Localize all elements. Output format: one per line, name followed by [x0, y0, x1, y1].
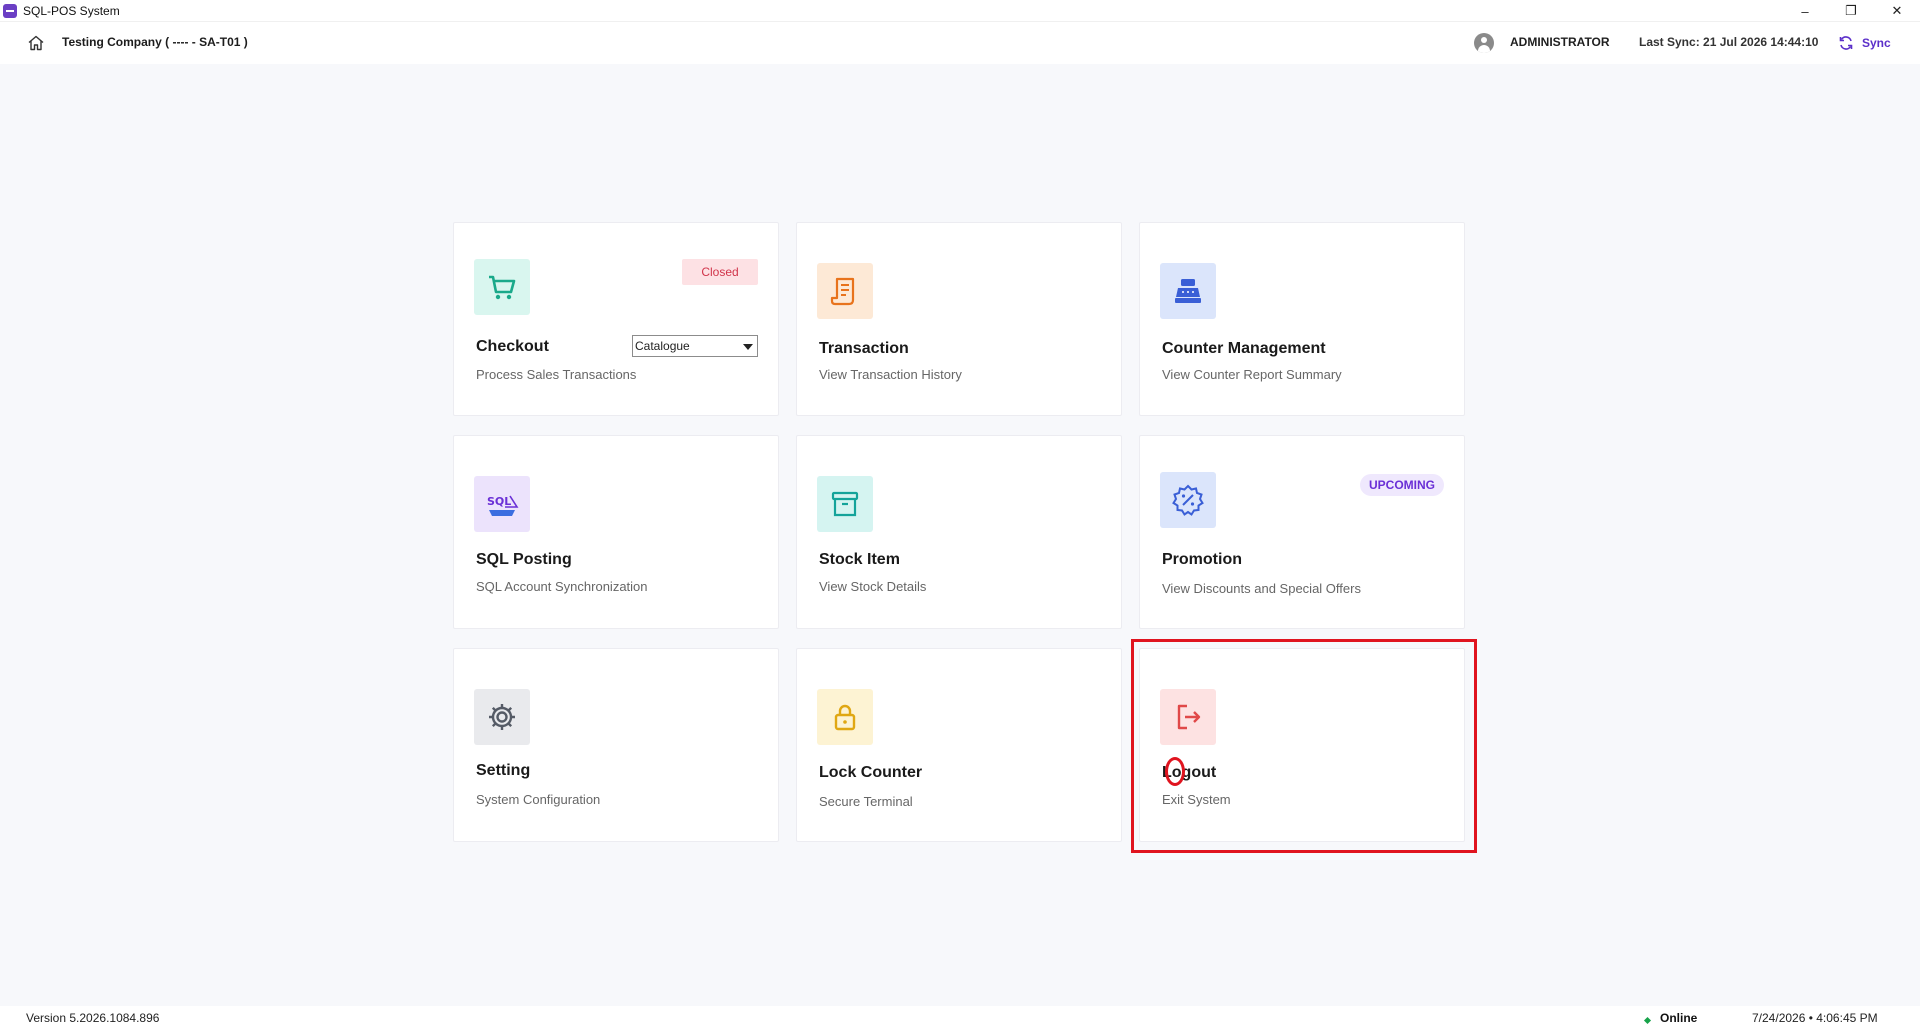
minimize-button[interactable]: – — [1782, 0, 1828, 22]
lock-icon — [817, 689, 873, 745]
status-bar: Version 5.2026.1084.896 Online 7/24/2026… — [0, 1006, 1920, 1032]
counter-management-card[interactable]: Counter Management View Counter Report S… — [1139, 222, 1465, 416]
window-title: SQL-POS System — [23, 3, 120, 18]
closed-status-badge: Closed — [682, 259, 758, 285]
online-status-text: Online — [1660, 1011, 1698, 1025]
checkout-title: Checkout — [476, 338, 549, 355]
online-status-icon — [1643, 1016, 1652, 1025]
restore-button[interactable]: ❐ — [1828, 0, 1874, 22]
sync-icon — [1839, 36, 1853, 50]
gear-icon — [474, 689, 530, 745]
cash-register-icon — [1160, 263, 1216, 319]
user-avatar-icon[interactable] — [1474, 33, 1494, 53]
close-button[interactable]: ✕ — [1874, 0, 1920, 22]
promotion-title: Promotion — [1162, 551, 1242, 568]
logout-icon — [1160, 689, 1216, 745]
window-controls: – ❐ ✕ — [1782, 0, 1920, 22]
logout-subtitle: Exit System — [1162, 792, 1231, 807]
setting-title: Setting — [476, 762, 531, 779]
datetime-text: 7/24/2026 • 4:06:45 PM — [1752, 1011, 1878, 1025]
counter-management-title: Counter Management — [1162, 340, 1326, 357]
sql-posting-subtitle: SQL Account Synchronization — [476, 579, 648, 594]
lock-counter-subtitle: Secure Terminal — [819, 794, 913, 809]
lock-counter-title: Lock Counter — [819, 764, 923, 781]
discount-badge-icon — [1160, 472, 1216, 528]
home-icon[interactable] — [26, 33, 46, 53]
transaction-title: Transaction — [819, 340, 909, 357]
transaction-card[interactable]: Transaction View Transaction History — [796, 222, 1122, 416]
title-bar: SQL-POS System – ❐ ✕ — [0, 0, 1920, 22]
app-logo-icon — [3, 3, 17, 18]
sql-posting-title: SQL Posting — [476, 551, 572, 568]
sync-button[interactable]: Sync — [1838, 32, 1891, 54]
app-header: Testing Company ( ---- - SA-T01 ) ADMINI… — [0, 22, 1920, 64]
logout-title: Logout — [1162, 764, 1217, 781]
company-name: Testing Company ( ---- - SA-T01 ) — [62, 35, 248, 49]
transaction-subtitle: View Transaction History — [819, 367, 962, 382]
promotion-card[interactable]: UPCOMING Promotion View Discounts and Sp… — [1139, 435, 1465, 629]
cart-icon — [474, 259, 530, 315]
checkout-card[interactable]: Closed Checkout Catalogue Process Sales … — [453, 222, 779, 416]
checkout-mode-select[interactable]: Catalogue — [632, 335, 758, 357]
chevron-down-icon — [743, 344, 753, 350]
sql-account-logo-icon: SQL — [474, 476, 530, 532]
sync-label: Sync — [1862, 36, 1891, 50]
last-sync-text: Last Sync: 21 Jul 2026 14:44:10 — [1639, 35, 1819, 49]
logout-card[interactable]: Logout Exit System — [1139, 648, 1465, 842]
promotion-subtitle: View Discounts and Special Offers — [1162, 581, 1361, 596]
stock-item-card[interactable]: Stock Item View Stock Details — [796, 435, 1122, 629]
upcoming-badge: UPCOMING — [1360, 474, 1444, 496]
version-text: Version 5.2026.1084.896 — [26, 1011, 160, 1025]
counter-management-subtitle: View Counter Report Summary — [1162, 367, 1342, 382]
checkout-subtitle: Process Sales Transactions — [476, 367, 637, 382]
checkout-mode-value: Catalogue — [635, 339, 690, 353]
lock-counter-card[interactable]: Lock Counter Secure Terminal — [796, 648, 1122, 842]
setting-subtitle: System Configuration — [476, 792, 601, 807]
receipt-icon — [817, 263, 873, 319]
user-name[interactable]: ADMINISTRATOR — [1510, 35, 1610, 49]
setting-card[interactable]: Setting System Configuration — [453, 648, 779, 842]
svg-text:SQL: SQL — [487, 495, 511, 508]
sql-posting-card[interactable]: SQL SQL Posting SQL Account Synchronizat… — [453, 435, 779, 629]
stock-item-subtitle: View Stock Details — [819, 579, 927, 594]
stock-item-title: Stock Item — [819, 551, 900, 568]
archive-box-icon — [817, 476, 873, 532]
